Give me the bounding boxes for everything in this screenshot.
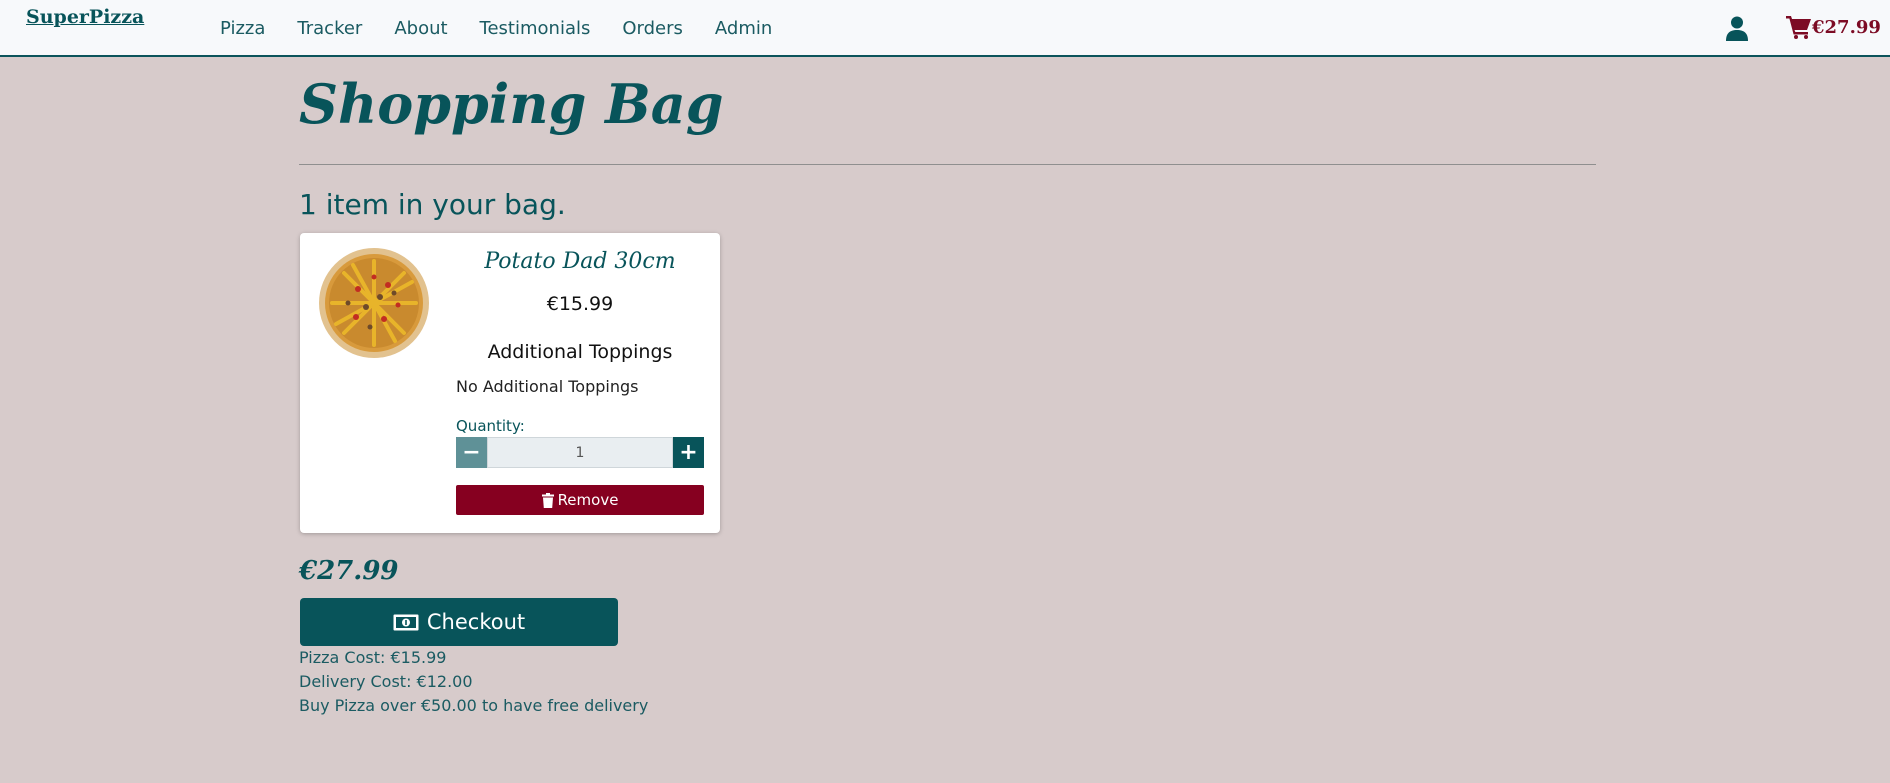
nav-link-testimonials[interactable]: Testimonials [480,18,591,39]
pizza-image [319,248,429,358]
shopping-cart-icon [1786,16,1811,39]
item-count: 1 item in your bag. [299,188,566,221]
trash-icon [541,492,554,508]
remove-label: Remove [557,491,619,509]
toppings-title: Additional Toppings [487,341,673,363]
nav-link-about[interactable]: About [394,18,447,39]
free-delivery-note: Buy Pizza over €50.00 to have free deliv… [299,696,649,715]
quantity-stepper: − + [456,437,704,468]
nav-link-tracker[interactable]: Tracker [297,18,362,39]
toppings-text: No Additional Toppings [456,377,639,396]
bag-item-card: Potato Dad 30cm €15.99 Additional Toppin… [300,233,720,533]
item-name: Potato Dad 30cm [484,249,676,274]
remove-button[interactable]: Remove [456,485,704,515]
nav-links: Pizza Tracker About Testimonials Orders … [220,18,804,39]
nav-link-admin[interactable]: Admin [715,18,772,39]
brand-logo-link[interactable]: SuperPizza [26,6,144,28]
divider [299,164,1596,165]
cart-link[interactable]: €27.99 [1786,15,1881,39]
checkout-button[interactable]: Checkout [300,598,618,646]
nav-link-pizza[interactable]: Pizza [220,18,265,39]
grand-total: €27.99 [299,556,399,586]
page-title: Shopping Bag [299,72,724,136]
quantity-label: Quantity: [456,417,525,435]
user-icon[interactable] [1726,16,1748,41]
decrement-button[interactable]: − [456,437,487,468]
checkout-label: Checkout [426,610,526,634]
pizza-cost: Pizza Cost: €15.99 [299,648,447,667]
quantity-input[interactable] [487,437,673,468]
money-bill-icon [393,614,419,630]
navbar: SuperPizza Pizza Tracker About Testimoni… [0,0,1890,57]
delivery-cost: Delivery Cost: €12.00 [299,672,473,691]
cart-total: €27.99 [1812,16,1881,38]
item-price: €15.99 [546,293,614,315]
increment-button[interactable]: + [673,437,704,468]
nav-link-orders[interactable]: Orders [622,18,683,39]
